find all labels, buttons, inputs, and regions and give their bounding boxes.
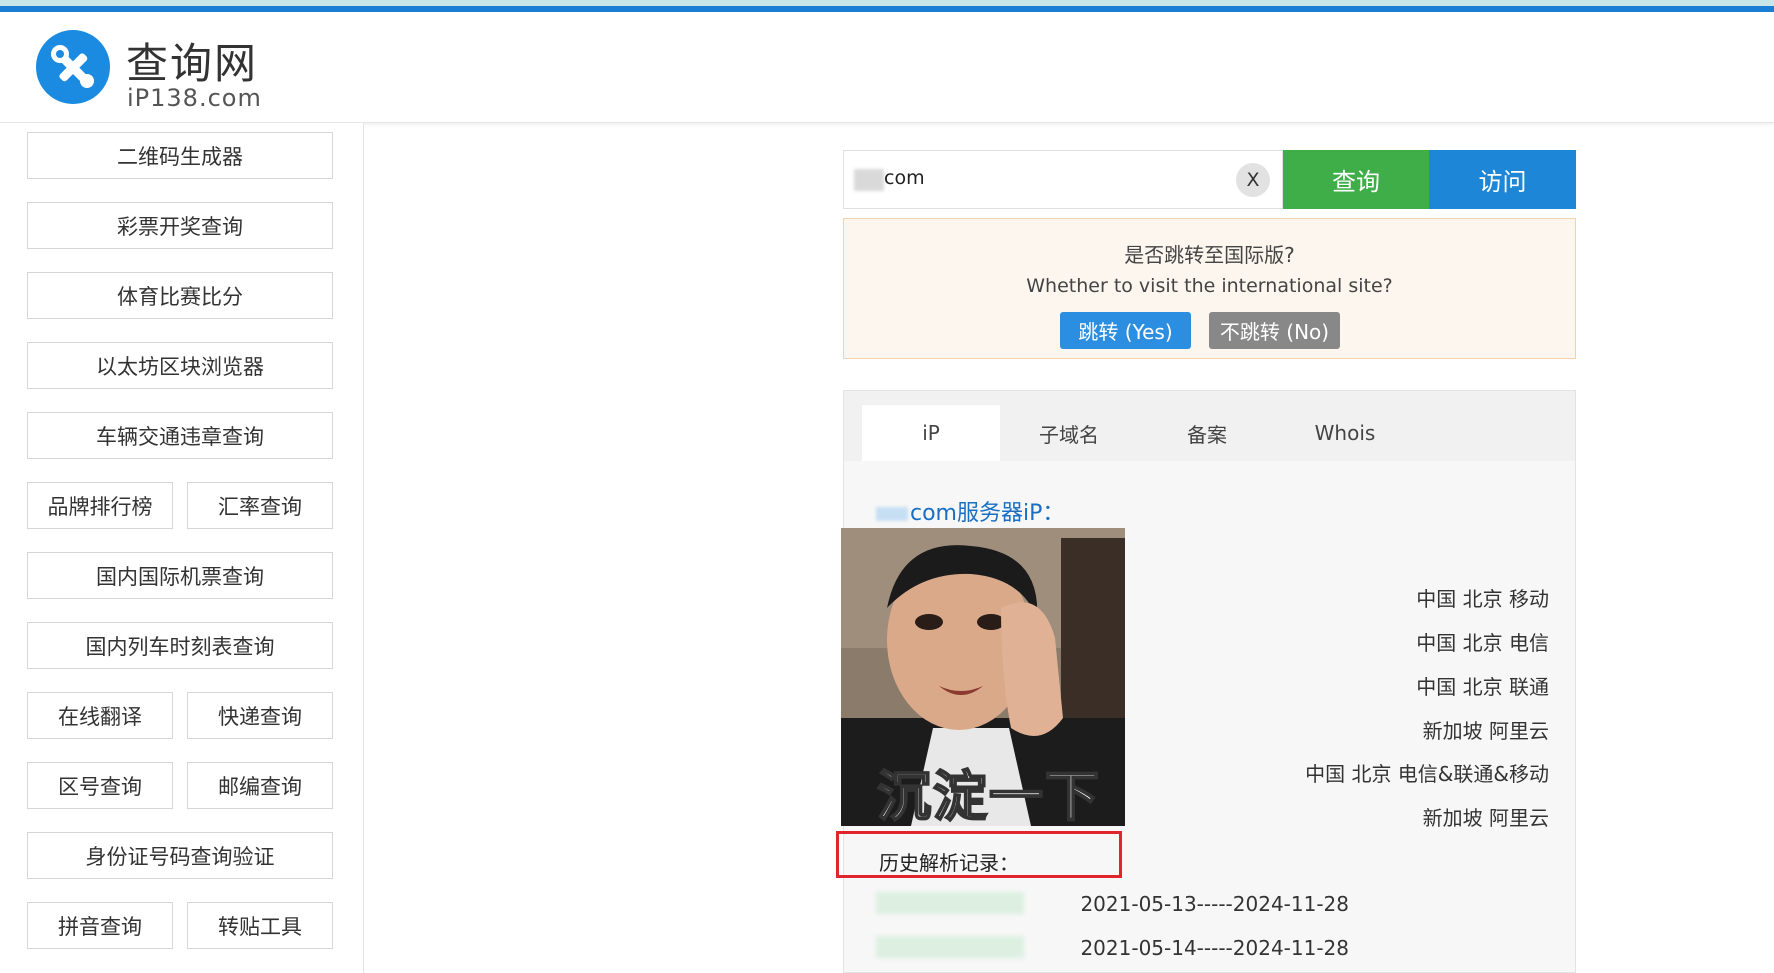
ip-location: 中国 北京 电信 bbox=[1416, 631, 1549, 655]
sidebar: 二维码生成器 彩票开奖查询 体育比赛比分 以太坊区块浏览器 车辆交通违章查询 品… bbox=[0, 123, 364, 973]
search-input-value[interactable]: com bbox=[884, 167, 925, 189]
history-date-range: 2021-05-14-----2024-11-28 bbox=[1080, 936, 1349, 960]
redacted-ip bbox=[876, 936, 1024, 958]
ip-location: 中国 北京 联通 bbox=[1416, 675, 1549, 699]
site-header: 查询网 iP138.com bbox=[0, 12, 1774, 123]
result-tabs: iP 子域名 备案 Whois bbox=[844, 391, 1575, 461]
query-button[interactable]: 查询 bbox=[1283, 150, 1429, 209]
redacted-ip bbox=[876, 892, 1024, 914]
sidebar-item-lottery[interactable]: 彩票开奖查询 bbox=[27, 202, 333, 249]
sidebar-item-flights[interactable]: 国内国际机票查询 bbox=[27, 552, 333, 599]
sidebar-item-qrcode[interactable]: 二维码生成器 bbox=[27, 132, 333, 179]
sidebar-item-sports[interactable]: 体育比赛比分 bbox=[27, 272, 333, 319]
sidebar-item-postcode[interactable]: 邮编查询 bbox=[187, 762, 333, 809]
visit-button[interactable]: 访问 bbox=[1429, 150, 1576, 209]
intl-yes-button[interactable]: 跳转 (Yes) bbox=[1060, 312, 1191, 349]
top-accent-bar bbox=[0, 0, 1774, 12]
ip-location: 中国 北京 移动 bbox=[1416, 587, 1549, 611]
sidebar-item-traffic[interactable]: 车辆交通违章查询 bbox=[27, 412, 333, 459]
sidebar-item-pinyin[interactable]: 拼音查询 bbox=[27, 902, 173, 949]
sidebar-item-exchange[interactable]: 汇率查询 bbox=[187, 482, 333, 529]
sidebar-item-areacode[interactable]: 区号查询 bbox=[27, 762, 173, 809]
intl-question-en: Whether to visit the international site? bbox=[1026, 275, 1393, 297]
server-ip-label: com服务器iP： bbox=[910, 501, 1065, 526]
search-input[interactable]: com X bbox=[843, 150, 1283, 209]
tab-subdomain[interactable]: 子域名 bbox=[1000, 405, 1138, 461]
ip-location: 中国 北京 电信&联通&移动 bbox=[1305, 762, 1549, 786]
ip-location: 新加坡 阿里云 bbox=[1422, 719, 1549, 743]
sidebar-item-ethereum[interactable]: 以太坊区块浏览器 bbox=[27, 342, 333, 389]
history-label: 历史解析记录： bbox=[879, 851, 1019, 875]
history-date-range: 2021-05-13-----2024-11-28 bbox=[1080, 892, 1349, 916]
logo-tools-icon[interactable] bbox=[36, 30, 110, 104]
logo-subtitle[interactable]: iP138.com bbox=[127, 84, 262, 112]
sidebar-item-idcard[interactable]: 身份证号码查询验证 bbox=[27, 832, 333, 879]
ip-location: 新加坡 阿里云 bbox=[1422, 806, 1549, 830]
logo-title[interactable]: 查询网 bbox=[126, 30, 258, 91]
sidebar-item-trains[interactable]: 国内列车时刻表查询 bbox=[27, 622, 333, 669]
video-caption: 沉淀一下 bbox=[876, 764, 1101, 826]
server-ip-heading: com服务器iP： bbox=[876, 495, 1064, 527]
clear-icon[interactable]: X bbox=[1236, 163, 1270, 197]
tab-ip[interactable]: iP bbox=[862, 405, 1000, 461]
tab-icp[interactable]: 备案 bbox=[1138, 405, 1276, 461]
redacted-domain bbox=[876, 507, 908, 521]
sidebar-item-express[interactable]: 快递查询 bbox=[187, 692, 333, 739]
sidebar-item-translate[interactable]: 在线翻译 bbox=[27, 692, 173, 739]
tab-whois[interactable]: Whois bbox=[1276, 405, 1414, 461]
sidebar-item-repost[interactable]: 转贴工具 bbox=[187, 902, 333, 949]
international-prompt: 是否跳转至国际版? Whether to visit the internati… bbox=[843, 218, 1576, 359]
sidebar-item-brand[interactable]: 品牌排行榜 bbox=[27, 482, 173, 529]
video-overlay: 沉淀一下 bbox=[841, 528, 1125, 826]
intl-no-button[interactable]: 不跳转 (No) bbox=[1209, 312, 1340, 349]
intl-question: 是否跳转至国际版? bbox=[1124, 243, 1295, 267]
redacted-domain bbox=[854, 169, 884, 191]
